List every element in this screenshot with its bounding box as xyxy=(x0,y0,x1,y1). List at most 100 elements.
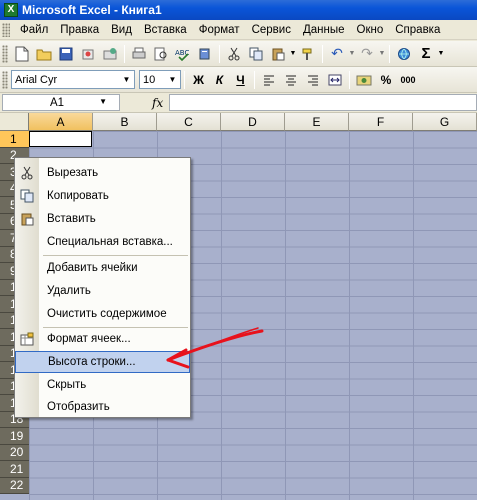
undo-icon[interactable]: ↶ xyxy=(326,43,348,65)
font-name-value: Arial Cyr xyxy=(15,73,58,86)
row-header[interactable]: 20 xyxy=(0,444,29,461)
dropdown-arrow-icon[interactable]: ▼ xyxy=(166,72,179,87)
italic-button[interactable]: К xyxy=(209,69,230,91)
toolbar-grip-icon xyxy=(2,70,8,89)
dropdown-arrow-icon[interactable]: ▼ xyxy=(378,43,386,65)
formatting-toolbar: Arial Cyr ▼ 10 ▼ Ж К Ч % 000 xyxy=(0,67,477,93)
currency-icon[interactable] xyxy=(353,69,375,91)
menu-item-unhide[interactable]: Отобразить xyxy=(15,396,190,418)
spelling-icon[interactable]: ABC xyxy=(172,43,194,65)
context-menu: Вырезать Копировать Вставить Специальная… xyxy=(14,157,191,418)
dropdown-arrow-icon[interactable]: ▼ xyxy=(289,43,297,65)
redo-icon[interactable]: ↷ xyxy=(356,43,378,65)
row-header[interactable]: 21 xyxy=(0,461,29,478)
open-folder-icon[interactable] xyxy=(33,43,55,65)
menu-separator xyxy=(43,255,188,256)
menu-item-paste-special[interactable]: Специальная вставка... xyxy=(15,231,190,253)
underline-button[interactable]: Ч xyxy=(230,69,251,91)
menu-item-copy[interactable]: Копировать xyxy=(15,185,190,207)
window-title: Microsoft Excel - Книга1 xyxy=(22,3,162,17)
dropdown-arrow-icon[interactable]: ▼ xyxy=(348,43,356,65)
permission-icon[interactable] xyxy=(77,43,99,65)
menu-format[interactable]: Формат xyxy=(193,20,246,40)
dropdown-arrow-icon[interactable]: ▼ xyxy=(120,72,133,87)
align-center-icon[interactable] xyxy=(280,69,302,91)
copy-icon xyxy=(19,188,35,204)
column-header-e[interactable]: E xyxy=(285,113,349,131)
scissors-icon xyxy=(19,165,35,181)
menu-item-label: Отобразить xyxy=(47,401,110,413)
menu-edit[interactable]: Правка xyxy=(54,20,105,40)
menu-item-label: Копировать xyxy=(47,190,109,202)
select-all-corner[interactable] xyxy=(0,113,29,131)
column-header-g[interactable]: G xyxy=(413,113,477,131)
align-left-icon[interactable] xyxy=(258,69,280,91)
toolbar-separator xyxy=(254,70,255,89)
hyperlink-icon[interactable] xyxy=(393,43,415,65)
autosum-icon[interactable]: Σ xyxy=(415,43,437,65)
dropdown-arrow-icon[interactable]: ▼ xyxy=(99,97,107,106)
bold-button[interactable]: Ж xyxy=(188,69,209,91)
menu-view[interactable]: Вид xyxy=(105,20,138,40)
toolbar-separator xyxy=(219,44,220,63)
dropdown-arrow-icon[interactable]: ▼ xyxy=(437,43,445,65)
row-header[interactable]: 22 xyxy=(0,477,29,494)
toolbar-separator xyxy=(349,70,350,89)
print-icon[interactable] xyxy=(128,43,150,65)
menu-item-insert-cells[interactable]: Добавить ячейки xyxy=(15,257,190,279)
copy-icon[interactable] xyxy=(245,43,267,65)
menu-item-label: Добавить ячейки xyxy=(47,262,138,274)
menu-window[interactable]: Окно xyxy=(351,20,390,40)
menu-item-row-height[interactable]: Высота строки... xyxy=(15,351,190,373)
toolbar-separator xyxy=(322,44,323,63)
thousands-separator-button[interactable]: 000 xyxy=(397,69,419,91)
fx-icon[interactable]: fx xyxy=(152,96,163,110)
menu-item-clear-contents[interactable]: Очистить содержимое xyxy=(15,303,190,325)
name-box[interactable]: A1 ▼ xyxy=(2,94,120,111)
title-bar: X Microsoft Excel - Книга1 xyxy=(0,0,477,20)
row-header[interactable]: 19 xyxy=(0,428,29,445)
menu-item-format-cells[interactable]: Формат ячеек... xyxy=(15,328,190,350)
research-icon[interactable] xyxy=(194,43,216,65)
menu-data[interactable]: Данные xyxy=(297,20,351,40)
row-header[interactable]: 1 xyxy=(0,131,29,148)
menu-item-delete[interactable]: Удалить xyxy=(15,280,190,302)
menu-item-cut[interactable]: Вырезать xyxy=(15,162,190,184)
email-icon[interactable] xyxy=(99,43,121,65)
paste-icon[interactable] xyxy=(267,43,289,65)
percent-button[interactable]: % xyxy=(375,69,397,91)
excel-icon: X xyxy=(4,3,18,17)
standard-toolbar: ABC ▼ ↶ ▼ ↷ ▼ Σ ▼ xyxy=(0,41,477,67)
menu-item-label: Формат ячеек... xyxy=(47,333,131,345)
align-right-icon[interactable] xyxy=(302,69,324,91)
menu-item-label: Специальная вставка... xyxy=(47,236,173,248)
active-cell[interactable] xyxy=(29,131,92,147)
menu-item-hide[interactable]: Скрыть xyxy=(15,374,190,396)
column-header-f[interactable]: F xyxy=(349,113,413,131)
menu-grip-icon xyxy=(2,22,10,37)
menu-file[interactable]: Файл xyxy=(14,20,54,40)
menu-item-label: Высота строки... xyxy=(48,356,136,368)
formula-bar: A1 ▼ fx xyxy=(0,93,477,113)
merge-center-icon[interactable] xyxy=(324,69,346,91)
menu-tools[interactable]: Сервис xyxy=(246,20,297,40)
cut-icon[interactable] xyxy=(223,43,245,65)
new-document-icon[interactable] xyxy=(11,43,33,65)
formula-input[interactable] xyxy=(169,94,477,111)
column-header-c[interactable]: C xyxy=(157,113,221,131)
font-size-select[interactable]: 10 ▼ xyxy=(139,70,181,89)
print-preview-icon[interactable] xyxy=(150,43,172,65)
column-headers: A B C D E F G xyxy=(29,113,477,131)
toolbar-separator xyxy=(389,44,390,63)
save-icon[interactable] xyxy=(55,43,77,65)
font-size-value: 10 xyxy=(143,73,156,86)
column-header-b[interactable]: B xyxy=(93,113,157,131)
font-name-select[interactable]: Arial Cyr ▼ xyxy=(11,70,135,89)
column-header-a[interactable]: A xyxy=(29,113,93,131)
format-painter-icon[interactable] xyxy=(297,43,319,65)
menu-item-label: Удалить xyxy=(47,285,91,297)
menu-help[interactable]: Справка xyxy=(389,20,446,40)
column-header-d[interactable]: D xyxy=(221,113,285,131)
menu-item-paste[interactable]: Вставить xyxy=(15,208,190,230)
menu-insert[interactable]: Вставка xyxy=(138,20,193,40)
